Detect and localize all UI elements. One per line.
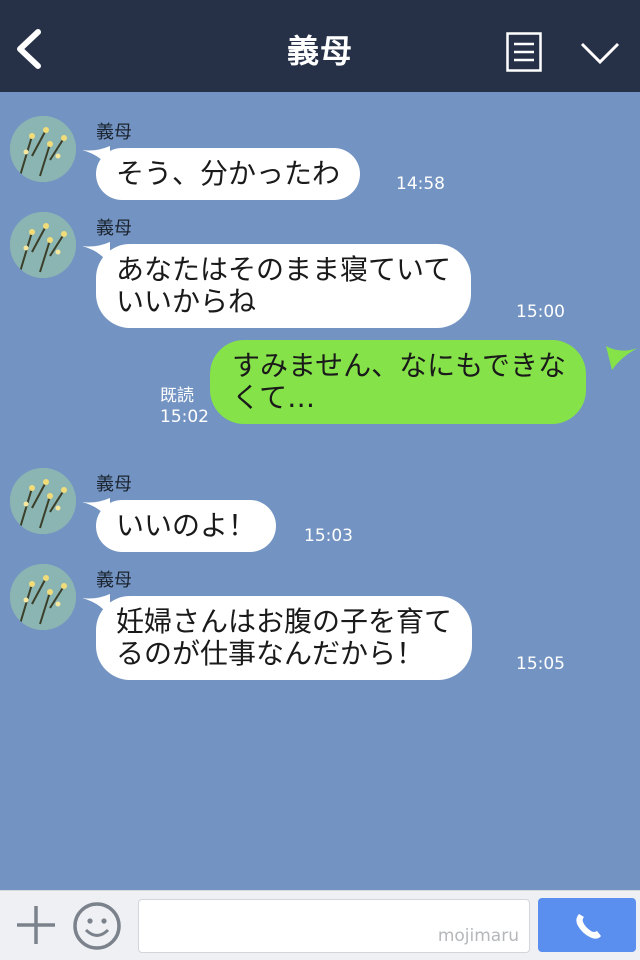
add-button[interactable] [14, 903, 58, 947]
menu-button[interactable] [506, 32, 542, 72]
phone-icon [576, 914, 601, 939]
message-bubble[interactable]: あなたはそのまま寝ていて いいからね [96, 244, 472, 328]
message-input[interactable]: mojimaru [138, 899, 530, 953]
message-bubble[interactable]: 妊婦さんはお腹の子を育て るのが仕事なんだから！ [96, 596, 473, 680]
message-list[interactable]: 義母 そう、分かったわ 14:58 義母 あなたはそのまま寝ていて いいからね … [0, 92, 640, 890]
avatar[interactable] [10, 468, 76, 534]
avatar[interactable] [10, 212, 76, 278]
sender-name: 義母 [96, 570, 132, 591]
message-bubble[interactable]: すみません、なにもできな くて… [210, 340, 587, 424]
message-time: 15:02 [160, 407, 209, 427]
call-button[interactable] [538, 898, 636, 952]
sender-name: 義母 [96, 474, 132, 495]
watermark: mojimaru [437, 926, 519, 946]
message-time: 15:00 [516, 302, 565, 322]
flower-photo-icon [10, 468, 76, 534]
chevron-down-icon [580, 42, 620, 65]
sender-name: 義母 [96, 218, 132, 239]
emoji-icon [73, 902, 121, 950]
avatar[interactable] [10, 564, 76, 630]
more-button[interactable] [578, 36, 622, 68]
chat-title: 義母 [286, 32, 353, 70]
read-label: 既読 [160, 386, 194, 406]
plus-icon [17, 906, 55, 944]
flower-photo-icon [10, 564, 76, 630]
message-time: 15:05 [516, 654, 565, 674]
message-time: 14:58 [396, 174, 445, 194]
read-receipt: 既読 15:02 [160, 386, 209, 428]
message-bubble[interactable]: いいのよ！ [96, 500, 277, 552]
emoji-button[interactable] [72, 901, 122, 951]
sender-name: 義母 [96, 122, 132, 143]
avatar[interactable] [10, 116, 76, 182]
message-time: 15:03 [304, 526, 353, 546]
flower-photo-icon [10, 116, 76, 182]
input-bar: mojimaru [0, 890, 640, 960]
bubble-tail [606, 346, 638, 370]
flower-photo-icon [10, 212, 76, 278]
menu-list-icon [506, 32, 542, 72]
chat-header: 義母 [0, 0, 640, 92]
message-bubble[interactable]: そう、分かったわ [96, 148, 361, 200]
